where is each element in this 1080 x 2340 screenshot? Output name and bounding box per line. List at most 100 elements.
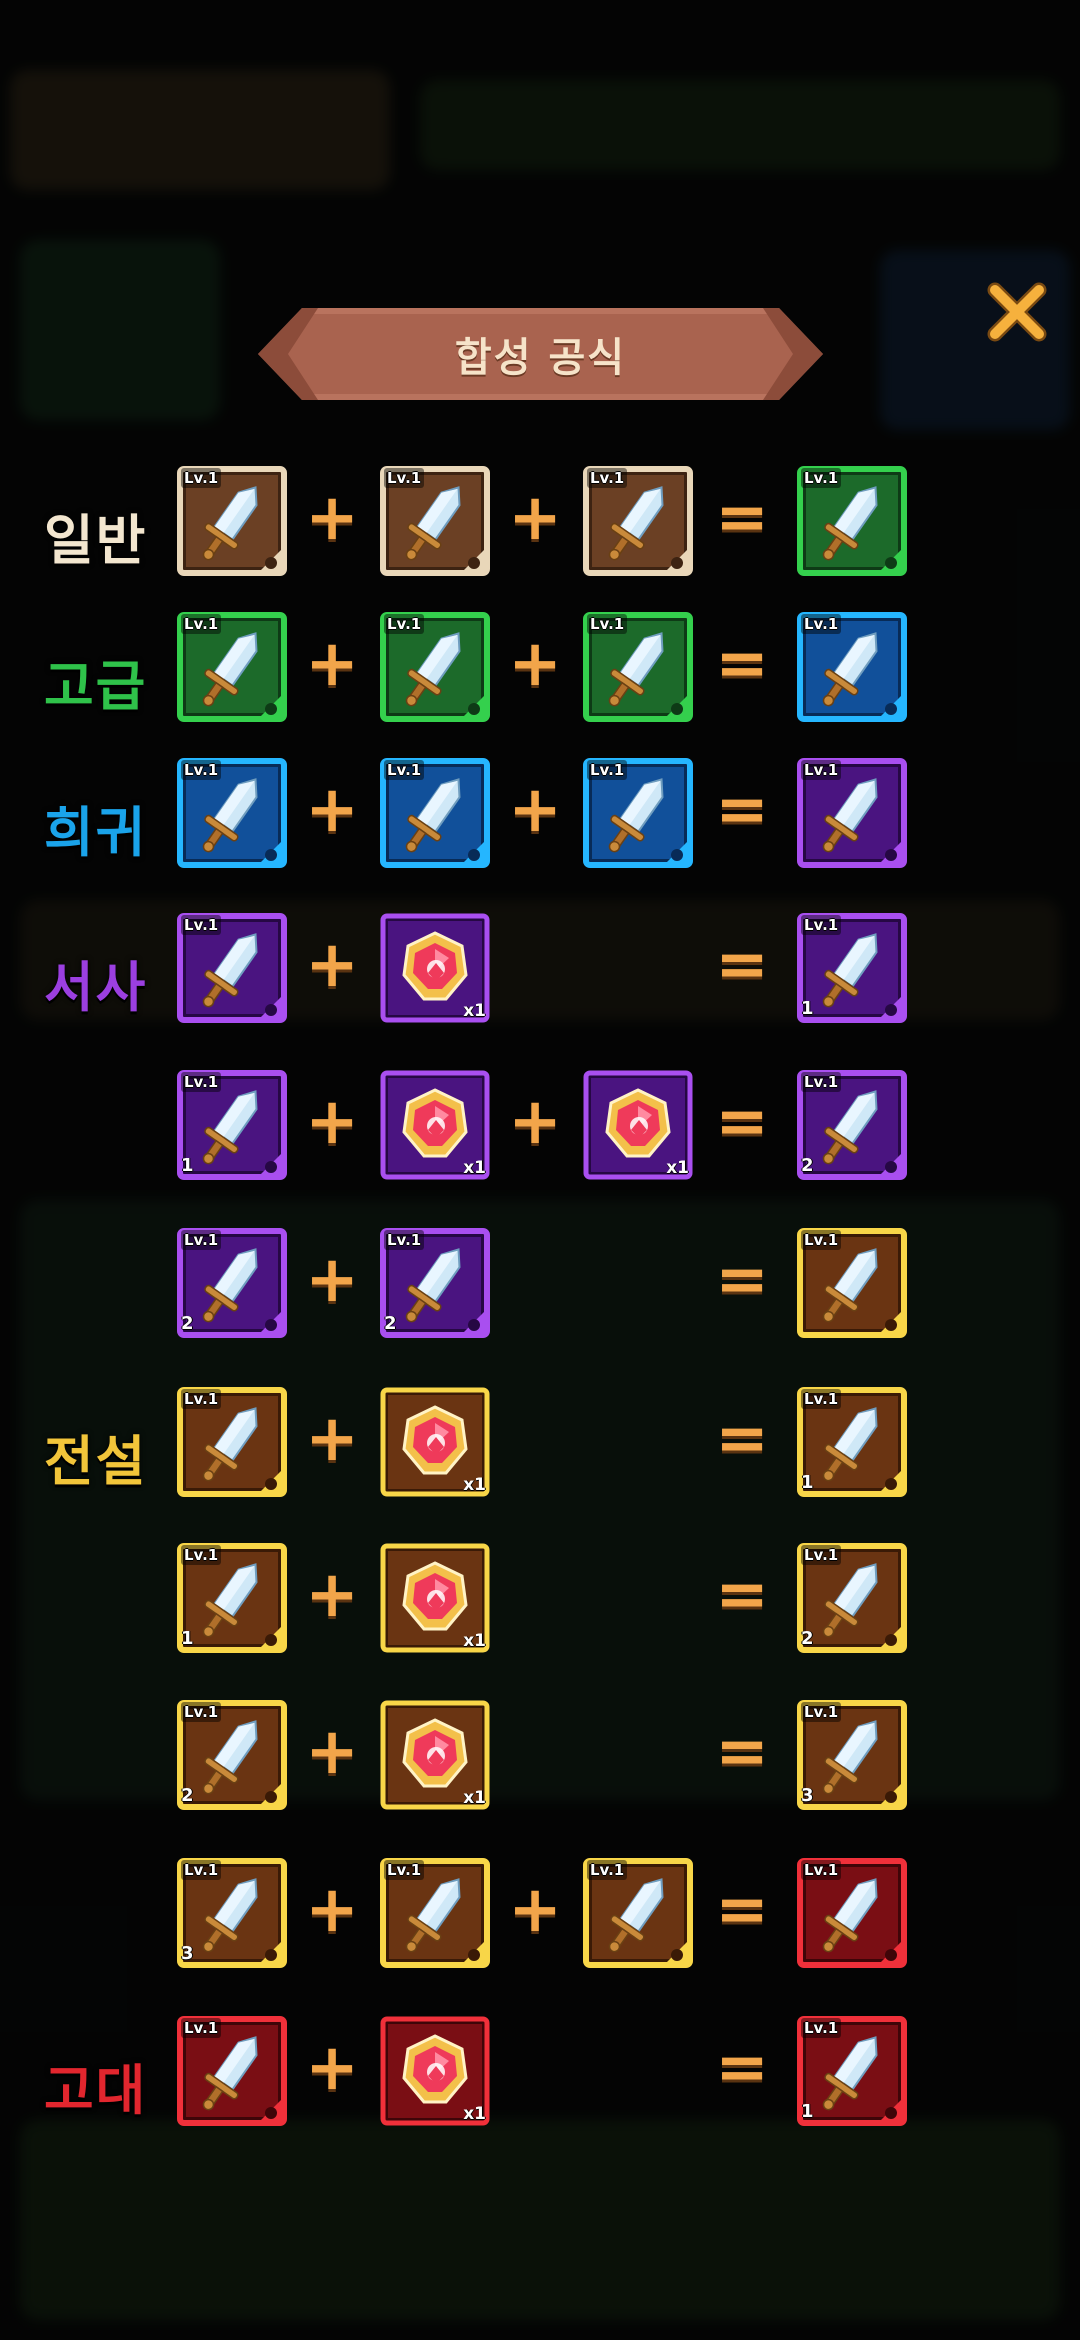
plus-operator: + [305, 928, 359, 1002]
sword-item-slot: Lv.1 2 [177, 1700, 287, 1810]
level-badge: Lv.1 [384, 1860, 425, 1880]
equals-operator: = [715, 1243, 769, 1317]
level-badge: Lv.1 [587, 760, 628, 780]
plus-operator: + [305, 1402, 359, 1476]
recipe-row: Lv.1 3 + Lv.1 + Lv.1 = Lv.1 [0, 1858, 1080, 1978]
level-badge: Lv.1 [181, 1545, 222, 1565]
level-badge: Lv.1 [181, 1860, 222, 1880]
level-badge: Lv.1 [181, 915, 222, 935]
level-badge: Lv.1 [801, 614, 842, 634]
recipe-row: 서사 Lv.1 + x1 = Lv.1 1 [0, 913, 1080, 1033]
sword-item-slot: Lv.1 3 [177, 1858, 287, 1968]
level-badge: Lv.1 [384, 760, 425, 780]
tier-label: 전설 [44, 1430, 148, 1493]
level-badge: Lv.1 [181, 1230, 222, 1250]
level-badge: Lv.1 [801, 1702, 842, 1722]
result-item-slot: Lv.1 [797, 1228, 907, 1338]
recipe-row: Lv.1 2 + x1 = Lv.1 3 [0, 1700, 1080, 1820]
recipe-row: Lv.1 1 + x1 + x1 = Lv.1 2 [0, 1070, 1080, 1190]
plus-operator: + [508, 1085, 562, 1159]
gem-item-slot: x1 [583, 1070, 693, 1180]
equals-operator: = [715, 2031, 769, 2105]
result-item-slot: Lv.1 1 [797, 2016, 907, 2126]
sword-item-slot: Lv.1 [583, 612, 693, 722]
plus-operator: + [305, 481, 359, 555]
recipe-row: 전설 Lv.1 + x1 = Lv.1 1 [0, 1387, 1080, 1507]
level-badge: Lv.1 [181, 760, 222, 780]
level-badge: Lv.1 [801, 468, 842, 488]
level-badge: Lv.1 [587, 1860, 628, 1880]
sword-item-slot: Lv.1 [583, 758, 693, 868]
sword-item-slot: Lv.1 2 [380, 1228, 490, 1338]
sword-item-slot: Lv.1 1 [177, 1543, 287, 1653]
equals-operator: = [715, 1873, 769, 1947]
tier-label: 희귀 [44, 801, 148, 864]
sword-item-slot: Lv.1 1 [177, 1070, 287, 1180]
plus-operator: + [508, 481, 562, 555]
sword-item-slot: Lv.1 [380, 612, 490, 722]
enhance-count: 2 [801, 1155, 814, 1176]
level-badge: Lv.1 [181, 614, 222, 634]
level-badge: Lv.1 [587, 468, 628, 488]
equals-operator: = [715, 627, 769, 701]
gem-quantity: x1 [463, 2104, 486, 2124]
level-badge: Lv.1 [801, 1230, 842, 1250]
result-item-slot: Lv.1 1 [797, 913, 907, 1023]
close-button[interactable] [985, 280, 1049, 344]
gem-quantity: x1 [463, 1001, 486, 1021]
tier-label: 서사 [44, 956, 148, 1019]
gem-quantity: x1 [463, 1788, 486, 1808]
level-badge: Lv.1 [181, 1389, 222, 1409]
plus-operator: + [508, 773, 562, 847]
gem-item-slot: x1 [380, 1700, 490, 1810]
result-item-slot: Lv.1 [797, 758, 907, 868]
level-badge: Lv.1 [181, 1072, 222, 1092]
level-badge: Lv.1 [801, 2018, 842, 2038]
enhance-count: 3 [181, 1943, 194, 1964]
tier-label: 고대 [44, 2059, 148, 2122]
gem-quantity: x1 [666, 1158, 689, 1178]
sword-item-slot: Lv.1 [380, 758, 490, 868]
sword-item-slot: Lv.1 [177, 758, 287, 868]
level-badge: Lv.1 [181, 2018, 222, 2038]
level-badge: Lv.1 [384, 468, 425, 488]
page-title: 합성 공식 [454, 335, 627, 381]
result-item-slot: Lv.1 2 [797, 1070, 907, 1180]
recipe-row: Lv.1 1 + x1 = Lv.1 2 [0, 1543, 1080, 1663]
gem-quantity: x1 [463, 1631, 486, 1651]
plus-operator: + [305, 2031, 359, 2105]
result-item-slot: Lv.1 [797, 466, 907, 576]
sword-item-slot: Lv.1 [177, 612, 287, 722]
plus-operator: + [508, 1873, 562, 1947]
level-badge: Lv.1 [801, 1389, 842, 1409]
equals-operator: = [715, 1085, 769, 1159]
equals-operator: = [715, 1715, 769, 1789]
enhance-count: 1 [181, 1628, 194, 1649]
sword-item-slot: Lv.1 [177, 1387, 287, 1497]
level-badge: Lv.1 [587, 614, 628, 634]
sword-item-slot: Lv.1 [380, 466, 490, 576]
tier-label: 고급 [44, 655, 148, 718]
sword-item-slot: Lv.1 [583, 466, 693, 576]
enhance-count: 2 [181, 1785, 194, 1806]
sword-item-slot: Lv.1 [380, 1858, 490, 1968]
result-item-slot: Lv.1 [797, 1858, 907, 1968]
level-badge: Lv.1 [801, 1860, 842, 1880]
sword-item-slot: Lv.1 [583, 1858, 693, 1968]
plus-operator: + [305, 1873, 359, 1947]
level-badge: Lv.1 [181, 468, 222, 488]
result-item-slot: Lv.1 3 [797, 1700, 907, 1810]
plus-operator: + [305, 1715, 359, 1789]
equals-operator: = [715, 481, 769, 555]
plus-operator: + [305, 1243, 359, 1317]
enhance-count: 3 [801, 1785, 814, 1806]
level-badge: Lv.1 [801, 915, 842, 935]
gem-item-slot: x1 [380, 1543, 490, 1653]
result-item-slot: Lv.1 2 [797, 1543, 907, 1653]
plus-operator: + [305, 627, 359, 701]
sword-item-slot: Lv.1 2 [177, 1228, 287, 1338]
sword-item-slot: Lv.1 [177, 2016, 287, 2126]
enhance-count: 2 [801, 1628, 814, 1649]
recipe-row: 고대 Lv.1 + x1 = Lv.1 1 [0, 2016, 1080, 2136]
result-item-slot: Lv.1 [797, 612, 907, 722]
